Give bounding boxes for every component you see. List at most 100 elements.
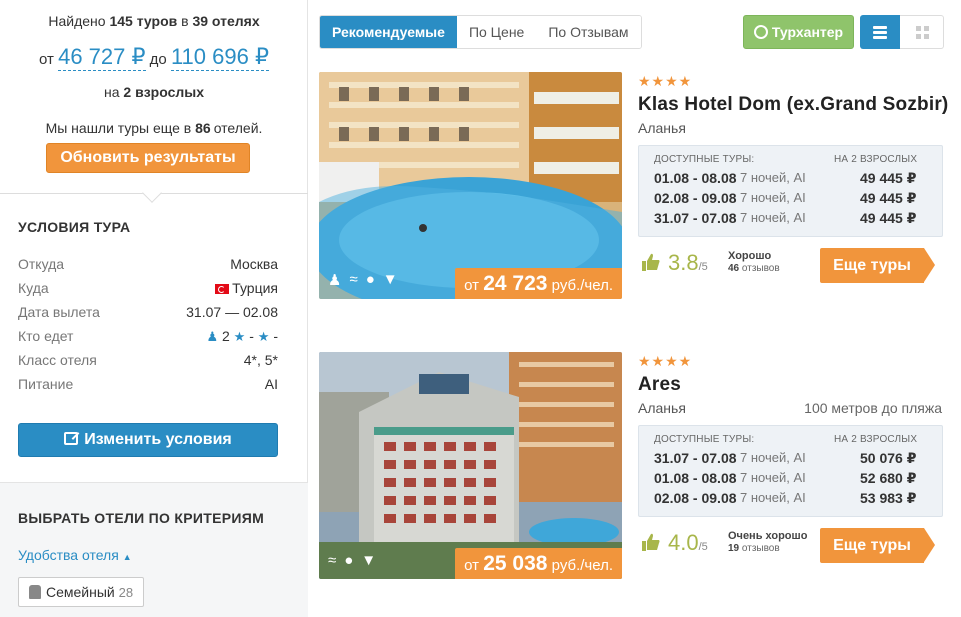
adult-icon: ♟ xyxy=(206,329,219,344)
update-results-button[interactable]: Обновить результаты xyxy=(46,143,250,173)
score-of: /5 xyxy=(698,261,708,273)
tours-header: ДОСТУПНЫЕ ТУРЫ: xyxy=(654,154,755,165)
hotel-amenities: ♟ ≈ ● ▼ xyxy=(328,271,398,289)
price-min[interactable]: 46 727 ₽ xyxy=(58,44,146,71)
cond-label: Куда xyxy=(18,280,49,296)
sort-price-tab[interactable]: По Цене xyxy=(456,16,537,48)
more-tours-button[interactable]: Еще туры xyxy=(820,248,935,283)
thermometer-icon: ● xyxy=(365,271,375,288)
more-suffix: отелей. xyxy=(213,120,263,136)
price-from-label: от xyxy=(39,51,54,68)
tours-table: ДОСТУПНЫЕ ТУРЫ: НА 2 ВЗРОСЛЫХ 01.08 - 08… xyxy=(638,145,943,237)
chip-label: Семейный xyxy=(46,584,115,600)
hotel-photo-image xyxy=(319,352,622,579)
tour-nights: 7 ночей, AI xyxy=(740,190,806,205)
thermometer-icon: ● xyxy=(344,552,354,569)
reviews-count[interactable]: 46 отзывов xyxy=(728,263,780,274)
reviews-number: 19 xyxy=(728,543,740,554)
sidebar: Найдено 145 туров в 39 отелях от 46 727 … xyxy=(0,0,308,617)
conditions-title: УСЛОВИЯ ТУРА xyxy=(18,219,131,235)
more-prefix: Мы нашли туры еще в xyxy=(45,120,192,136)
tour-price: 49 445 ₽ xyxy=(860,210,917,226)
tour-row[interactable]: 01.08 - 08.08 7 ночей, AI 49 445 ₽ xyxy=(654,170,934,190)
tour-price: 50 076 ₽ xyxy=(860,450,917,466)
thumbs-up-icon xyxy=(642,533,660,551)
child-icon: ★ xyxy=(233,329,246,344)
family-icon xyxy=(29,585,41,599)
family-icon: ♟ xyxy=(328,272,342,289)
filter-chip-family[interactable]: Семейный 28 xyxy=(18,577,145,607)
hotel-name[interactable]: Ares xyxy=(638,374,681,396)
travellers-value: ♟ 2 ★ - ★ - xyxy=(206,328,278,345)
reviews-count[interactable]: 19 отзывов xyxy=(728,543,780,554)
price-from: от xyxy=(464,277,480,294)
tour-price: 52 680 ₽ xyxy=(860,470,917,486)
children-value: - xyxy=(249,328,254,344)
more-count: 86 xyxy=(195,120,211,136)
hotel-photo[interactable]: ♟ ≈ ● ▼ от 24 723 руб./чел. xyxy=(319,72,622,299)
cond-value: 4*, 5* xyxy=(243,352,278,368)
tour-price: 49 445 ₽ xyxy=(860,170,917,186)
score-of: /5 xyxy=(698,541,708,553)
wifi-icon: ▼ xyxy=(361,552,377,569)
found-prefix: Найдено xyxy=(48,13,106,29)
sort-recommended-tab[interactable]: Рекомендуемые xyxy=(320,16,457,48)
price-tag[interactable]: от 25 038 руб./чел. xyxy=(455,548,622,579)
tour-row[interactable]: 02.08 - 09.08 7 ночей, AI 49 445 ₽ xyxy=(654,190,934,210)
heating-icon: ≈ xyxy=(328,552,337,569)
found-text: Найдено 145 туров в 39 отелях xyxy=(0,13,308,29)
sort-tabs: Рекомендуемые По Цене По Отзывам xyxy=(319,15,642,49)
tour-row[interactable]: 02.08 - 09.08 7 ночей, AI 53 983 ₽ xyxy=(654,490,934,510)
more-hotels-text: Мы нашли туры еще в 86 отелей. xyxy=(0,120,308,136)
hotel-card: ♟ ≈ ● ▼ от 24 723 руб./чел. ★★★★ Klas Ho… xyxy=(319,72,949,300)
chip-count: 28 xyxy=(118,585,134,600)
list-view-button[interactable] xyxy=(860,15,900,49)
adults-count: 2 взрослых xyxy=(123,84,204,100)
tour-dates: 31.07 - 07.08 xyxy=(654,450,737,466)
hotel-amenities: ≈ ● ▼ xyxy=(328,552,376,569)
change-conditions-button[interactable]: Изменить условия xyxy=(18,423,278,457)
more-tours-button[interactable]: Еще туры xyxy=(820,528,935,563)
edit-icon xyxy=(64,432,79,445)
hotel-name[interactable]: Klas Hotel Dom (ex.Grand Sozbir) xyxy=(638,94,948,116)
adults-prefix: на xyxy=(103,84,120,100)
amenities-toggle[interactable]: Удобства отеля ▲ xyxy=(18,547,132,563)
tour-row[interactable]: 31.07 - 07.08 7 ночей, AI 49 445 ₽ xyxy=(654,210,934,230)
tour-dates: 01.08 - 08.08 xyxy=(654,170,737,186)
page: Найдено 145 туров в 39 отелях от 46 727 … xyxy=(0,0,961,617)
tourhunter-label: Турхантер xyxy=(771,24,844,40)
price-max[interactable]: 110 696 ₽ xyxy=(170,44,269,71)
sort-reviews-tab[interactable]: По Отзывам xyxy=(536,16,641,48)
grid-view-button[interactable] xyxy=(900,15,944,49)
adults-text: на 2 взрослых xyxy=(0,84,308,100)
price-from: от xyxy=(464,557,480,574)
tourhunter-button[interactable]: Турхантер xyxy=(743,15,854,49)
score-value: 3.8 xyxy=(668,250,699,275)
adults-value: 2 xyxy=(221,328,230,344)
cond-label: Класс отеля xyxy=(18,352,97,368)
reviews-number: 46 xyxy=(728,263,740,274)
rating-verdict: Очень хорошо xyxy=(728,530,808,542)
amenities-label: Удобства отеля xyxy=(18,547,119,563)
cond-label: Кто едет xyxy=(18,328,74,344)
tour-row[interactable]: 01.08 - 08.08 7 ночей, AI 52 680 ₽ xyxy=(654,470,934,490)
caret-up-icon: ▲ xyxy=(122,552,132,562)
hotel-card: ≈ ● ▼ от 25 038 руб./чел. ★★★★ Ares Алан… xyxy=(319,352,949,580)
cond-value: Турция xyxy=(232,280,278,296)
price-unit: руб./чел. xyxy=(551,557,613,574)
tour-nights: 7 ночей, AI xyxy=(740,210,806,225)
tours-for-header: НА 2 ВЗРОСЛЫХ xyxy=(834,154,918,165)
price-range: от 46 727 ₽ до 110 696 ₽ xyxy=(0,44,308,71)
cond-value: 31.07 — 02.08 xyxy=(186,304,278,320)
tour-row[interactable]: 31.07 - 07.08 7 ночей, AI 50 076 ₽ xyxy=(654,450,934,470)
change-conditions-label: Изменить условия xyxy=(84,431,232,448)
reviews-label: отзывов xyxy=(741,263,780,274)
wifi-icon: ▼ xyxy=(382,271,398,288)
price-tag[interactable]: от 24 723 руб./чел. xyxy=(455,268,622,299)
price-amount: 25 038 xyxy=(483,552,548,575)
hotel-photo[interactable]: ≈ ● ▼ от 25 038 руб./чел. xyxy=(319,352,622,579)
summary-notch xyxy=(142,183,162,203)
heating-icon: ≈ xyxy=(349,271,358,288)
rating-verdict: Хорошо xyxy=(728,250,772,262)
cond-value-country: Турция xyxy=(215,280,278,296)
